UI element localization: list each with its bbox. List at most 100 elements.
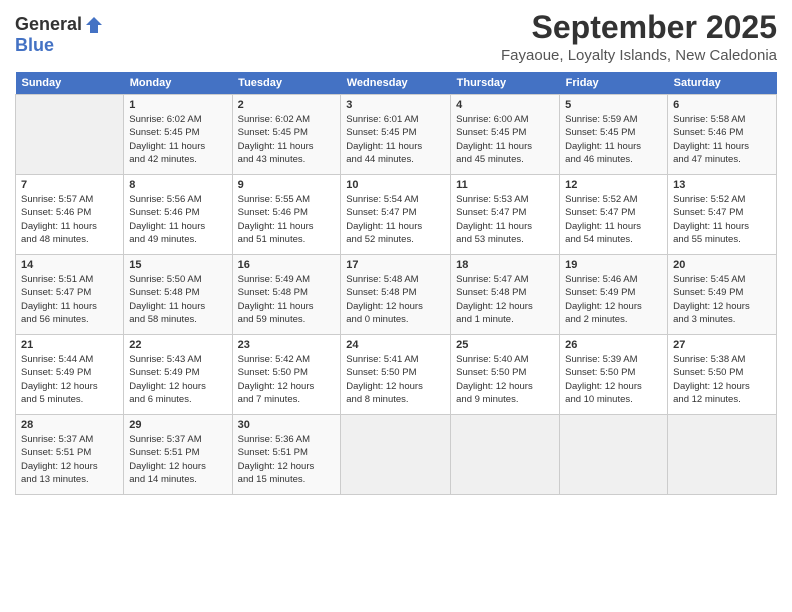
day-info: Sunrise: 5:36 AMSunset: 5:51 PMDaylight:…: [238, 433, 336, 486]
logo-general-text: General: [15, 14, 82, 35]
day-info: Sunrise: 5:38 AMSunset: 5:50 PMDaylight:…: [673, 353, 771, 406]
header: General Blue September 2025 Fayaoue, Loy…: [15, 10, 777, 64]
day-number: 11: [456, 179, 554, 191]
calendar-cell: 11 Sunrise: 5:53 AMSunset: 5:47 PMDayligh…: [451, 175, 560, 255]
day-info: Sunrise: 5:48 AMSunset: 5:48 PMDaylight:…: [346, 273, 445, 326]
day-number: 23: [238, 339, 336, 351]
day-info: Sunrise: 5:57 AMSunset: 5:46 PMDaylight:…: [21, 193, 118, 246]
calendar-week-3: 14 Sunrise: 5:51 AMSunset: 5:47 PMDayligh…: [16, 255, 777, 335]
day-number: 26: [565, 339, 662, 351]
calendar-header: Sunday Monday Tuesday Wednesday Thursday…: [16, 72, 777, 95]
day-number: 13: [673, 179, 771, 191]
calendar-cell: 20Sunrise: 5:45 AMSunset: 5:49 PMDayligh…: [668, 255, 777, 335]
day-info: Sunrise: 5:58 AMSunset: 5:46 PMDaylight:…: [673, 113, 771, 166]
header-row: Sunday Monday Tuesday Wednesday Thursday…: [16, 72, 777, 95]
day-info: Sunrise: 5:52 AMSunset: 5:47 PMDaylight:…: [565, 193, 662, 246]
day-info: Sunrise: 5:42 AMSunset: 5:50 PMDaylight:…: [238, 353, 336, 406]
calendar-week-5: 28 Sunrise: 5:37 AMSunset: 5:51 PMDayligh…: [16, 415, 777, 495]
day-info: Sunrise: 6:01 AMSunset: 5:45 PMDaylight:…: [346, 113, 445, 166]
day-number: 6: [673, 99, 771, 111]
calendar-cell: 2Sunrise: 6:02 AMSunset: 5:45 PMDaylight…: [232, 95, 341, 175]
day-info: Sunrise: 5:40 AMSunset: 5:50 PMDaylight:…: [456, 353, 554, 406]
day-info: Sunrise: 5:51 AMSunset: 5:47 PMDaylight:…: [21, 273, 118, 326]
day-info: Sunrise: 5:54 AMSunset: 5:47 PMDaylight:…: [346, 193, 445, 246]
day-number: 29: [129, 419, 226, 431]
day-number: 8: [129, 179, 226, 191]
day-number: 16: [238, 259, 336, 271]
calendar-cell: 3 Sunrise: 6:01 AMSunset: 5:45 PMDaylight…: [341, 95, 451, 175]
day-info: Sunrise: 5:59 AMSunset: 5:45 PMDaylight:…: [565, 113, 662, 166]
calendar-cell: 15Sunrise: 5:50 AMSunset: 5:48 PMDayligh…: [124, 255, 232, 335]
day-number: 24: [346, 339, 445, 351]
day-info: Sunrise: 6:00 AMSunset: 5:45 PMDaylight:…: [456, 113, 554, 166]
day-number: 25: [456, 339, 554, 351]
header-friday: Friday: [560, 72, 668, 95]
calendar-cell: 4 Sunrise: 6:00 AMSunset: 5:45 PMDaylight…: [451, 95, 560, 175]
title-block: September 2025 Fayaoue, Loyalty Islands,…: [501, 10, 777, 64]
day-info: Sunrise: 5:49 AMSunset: 5:48 PMDaylight:…: [238, 273, 336, 326]
calendar-cell: 14 Sunrise: 5:51 AMSunset: 5:47 PMDayligh…: [16, 255, 124, 335]
calendar-cell: [451, 415, 560, 495]
logo: General Blue: [15, 14, 104, 56]
calendar-cell: 5Sunrise: 5:59 AMSunset: 5:45 PMDaylight…: [560, 95, 668, 175]
day-info: Sunrise: 5:56 AMSunset: 5:46 PMDaylight:…: [129, 193, 226, 246]
calendar-cell: 7Sunrise: 5:57 AMSunset: 5:46 PMDaylight…: [16, 175, 124, 255]
day-number: 1: [129, 99, 226, 111]
calendar-week-2: 7Sunrise: 5:57 AMSunset: 5:46 PMDaylight…: [16, 175, 777, 255]
day-number: 4: [456, 99, 554, 111]
calendar-cell: 24 Sunrise: 5:41 AMSunset: 5:50 PMDayligh…: [341, 335, 451, 415]
calendar-week-4: 21 Sunrise: 5:44 AMSunset: 5:49 PMDayligh…: [16, 335, 777, 415]
day-info: Sunrise: 5:55 AMSunset: 5:46 PMDaylight:…: [238, 193, 336, 246]
calendar-cell: [668, 415, 777, 495]
calendar-cell: 23 Sunrise: 5:42 AMSunset: 5:50 PMDayligh…: [232, 335, 341, 415]
day-info: Sunrise: 5:41 AMSunset: 5:50 PMDaylight:…: [346, 353, 445, 406]
day-info: Sunrise: 5:37 AMSunset: 5:51 PMDaylight:…: [129, 433, 226, 486]
day-number: 27: [673, 339, 771, 351]
calendar-week-1: 1 Sunrise: 6:02 AMSunset: 5:45 PMDaylight…: [16, 95, 777, 175]
calendar-cell: 17 Sunrise: 5:48 AMSunset: 5:48 PMDayligh…: [341, 255, 451, 335]
day-number: 18: [456, 259, 554, 271]
day-number: 10: [346, 179, 445, 191]
day-number: 17: [346, 259, 445, 271]
day-number: 3: [346, 99, 445, 111]
calendar-cell: [16, 95, 124, 175]
calendar-cell: 19Sunrise: 5:46 AMSunset: 5:49 PMDayligh…: [560, 255, 668, 335]
day-info: Sunrise: 5:47 AMSunset: 5:48 PMDaylight:…: [456, 273, 554, 326]
header-monday: Monday: [124, 72, 232, 95]
day-number: 30: [238, 419, 336, 431]
day-number: 28: [21, 419, 118, 431]
day-number: 12: [565, 179, 662, 191]
day-info: Sunrise: 6:02 AMSunset: 5:45 PMDaylight:…: [129, 113, 226, 166]
header-wednesday: Wednesday: [341, 72, 451, 95]
day-number: 14: [21, 259, 118, 271]
day-info: Sunrise: 5:37 AMSunset: 5:51 PMDaylight:…: [21, 433, 118, 486]
calendar-cell: 27 Sunrise: 5:38 AMSunset: 5:50 PMDayligh…: [668, 335, 777, 415]
logo-blue-text: Blue: [15, 35, 54, 56]
day-info: Sunrise: 5:39 AMSunset: 5:50 PMDaylight:…: [565, 353, 662, 406]
day-number: 21: [21, 339, 118, 351]
header-thursday: Thursday: [451, 72, 560, 95]
calendar-cell: 16 Sunrise: 5:49 AMSunset: 5:48 PMDayligh…: [232, 255, 341, 335]
day-info: Sunrise: 5:46 AMSunset: 5:49 PMDaylight:…: [565, 273, 662, 326]
calendar-cell: 6 Sunrise: 5:58 AMSunset: 5:46 PMDaylight…: [668, 95, 777, 175]
calendar-cell: 25 Sunrise: 5:40 AMSunset: 5:50 PMDayligh…: [451, 335, 560, 415]
day-number: 2: [238, 99, 336, 111]
day-info: Sunrise: 5:52 AMSunset: 5:47 PMDaylight:…: [673, 193, 771, 246]
logo-icon: [84, 15, 104, 35]
day-number: 9: [238, 179, 336, 191]
day-info: Sunrise: 5:50 AMSunset: 5:48 PMDaylight:…: [129, 273, 226, 326]
calendar-cell: 1 Sunrise: 6:02 AMSunset: 5:45 PMDaylight…: [124, 95, 232, 175]
day-info: Sunrise: 5:44 AMSunset: 5:49 PMDaylight:…: [21, 353, 118, 406]
calendar-cell: 29 Sunrise: 5:37 AMSunset: 5:51 PMDayligh…: [124, 415, 232, 495]
calendar-cell: 8 Sunrise: 5:56 AMSunset: 5:46 PMDaylight…: [124, 175, 232, 255]
calendar-cell: 18 Sunrise: 5:47 AMSunset: 5:48 PMDayligh…: [451, 255, 560, 335]
calendar-cell: 12 Sunrise: 5:52 AMSunset: 5:47 PMDayligh…: [560, 175, 668, 255]
calendar-cell: 26 Sunrise: 5:39 AMSunset: 5:50 PMDayligh…: [560, 335, 668, 415]
calendar-cell: [560, 415, 668, 495]
calendar-cell: 10 Sunrise: 5:54 AMSunset: 5:47 PMDayligh…: [341, 175, 451, 255]
day-number: 20: [673, 259, 771, 271]
day-number: 22: [129, 339, 226, 351]
day-info: Sunrise: 5:53 AMSunset: 5:47 PMDaylight:…: [456, 193, 554, 246]
header-saturday: Saturday: [668, 72, 777, 95]
header-tuesday: Tuesday: [232, 72, 341, 95]
